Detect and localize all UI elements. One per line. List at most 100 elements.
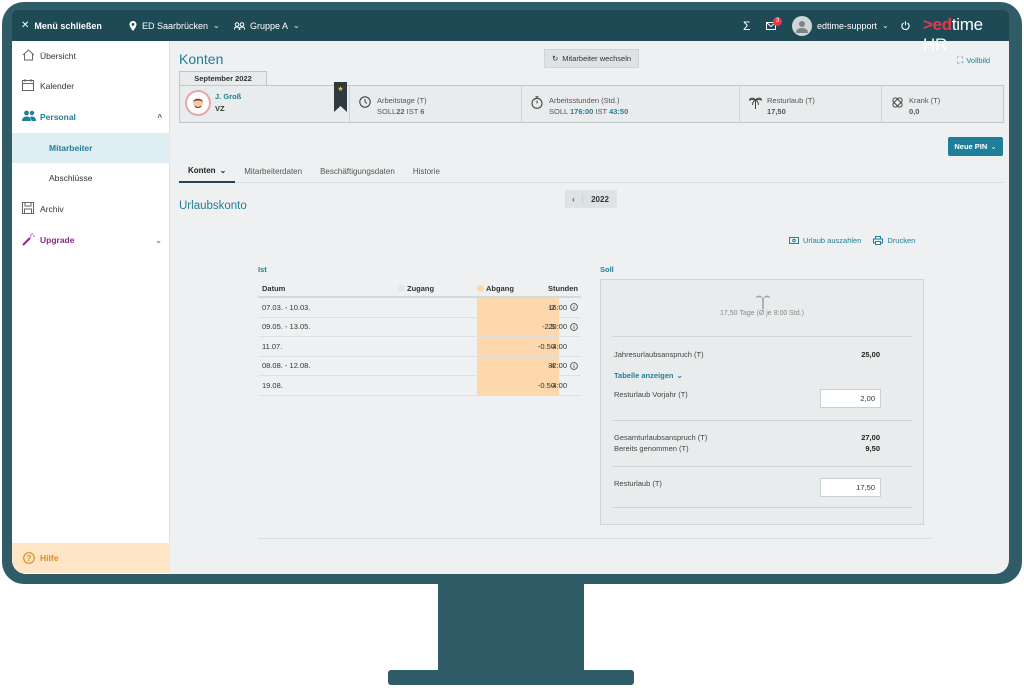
total-entitlement-value: 27,00 [861, 433, 880, 442]
workdays-ist: 6 [420, 107, 425, 116]
sidebar-item-overview[interactable]: Übersicht [12, 41, 170, 71]
chevron-down-icon: ⌄ [882, 21, 889, 30]
info-icon[interactable] [570, 303, 578, 312]
soll-label: SOLL [549, 107, 568, 116]
menu-close-label: Menü schließen [34, 20, 102, 31]
divider [258, 538, 932, 539]
mail-button[interactable]: 3 [766, 10, 783, 41]
refresh-icon: ↻ [551, 54, 559, 63]
tab-employee-data[interactable]: Mitarbeiterdaten [235, 159, 311, 183]
sidebar-item-closings[interactable]: Abschlüsse [12, 163, 170, 193]
taken-value: 9,50 [865, 444, 880, 453]
table-row: 19.08. -0.50 4:00 [258, 376, 581, 396]
year-label: 2022 [591, 194, 609, 204]
divider [612, 466, 912, 467]
row-hours: 16:00 [548, 303, 578, 312]
row-hours-value: 16:00 [548, 302, 567, 312]
table-row: 09.05. - 13.05. -2.5 20:00 [258, 317, 581, 337]
tab-employment-data[interactable]: Beschäftigungsdaten [311, 159, 404, 183]
switch-employee-button[interactable]: ↻ Mitarbeiter wechseln [544, 49, 639, 68]
workdays-label: Arbeitstage (T) [377, 96, 427, 105]
rest-vacation-input[interactable]: 17,50 [820, 478, 881, 497]
soll-label: SOLL [377, 107, 397, 116]
workhours-values: SOLL 176:00 IST 43:50 [549, 107, 628, 116]
logout-button[interactable] [901, 10, 910, 41]
header-abgang: Abgang [477, 284, 514, 293]
user-name: edtime-support [817, 20, 878, 31]
sidebar-item-archive[interactable]: Archiv [12, 194, 170, 224]
close-icon: ✕ [21, 20, 30, 31]
group-selector[interactable]: Gruppe A ⌄ [234, 10, 300, 41]
tab-label: Konten [188, 165, 216, 175]
app-screen: ✕ Menü schließen ED Saarbrücken ⌄ Gruppe… [12, 10, 1009, 574]
soll-section-label: Soll [600, 265, 614, 274]
clock-icon [359, 96, 371, 108]
ist-label: IST [406, 107, 419, 116]
sidebar-item-employees[interactable]: Mitarbeiter [12, 133, 170, 163]
show-table-toggle[interactable]: Tabelle anzeigen ⌄ [614, 371, 683, 380]
group-label: Gruppe A [250, 20, 289, 31]
fullscreen-button[interactable]: ⛶ Vollbild [957, 55, 990, 66]
row-hours: 4:00 [552, 342, 578, 351]
payout-vacation-button[interactable]: Urlaub auszahlen [789, 236, 861, 245]
workdays-cell: Arbeitstage (T) SOLL22 IST 6 [350, 86, 522, 122]
sidebar-item-label: Personal [40, 112, 76, 122]
employee-cell: J. Groß VZ ★ [180, 82, 350, 122]
help-button[interactable]: ? Hilfe [12, 543, 170, 573]
location-selector[interactable]: ED Saarbrücken ⌄ [129, 10, 220, 41]
table-row: 11.07. -0.50 4:00 [258, 337, 581, 357]
tab-label: Mitarbeiterdaten [244, 166, 303, 176]
sidebar-item-upgrade[interactable]: Upgrade ⌄ [12, 225, 170, 255]
chevron-left-icon[interactable]: ‹ [565, 194, 583, 204]
sidebar-item-personal[interactable]: Personal ^ [12, 102, 170, 132]
sum-icon[interactable]: Σ [743, 10, 750, 41]
action-links: Urlaub auszahlen Drucken [789, 236, 915, 245]
fullscreen-label: Vollbild [966, 56, 991, 65]
top-bar: ✕ Menü schließen ED Saarbrücken ⌄ Gruppe… [12, 10, 1009, 54]
new-pin-button[interactable]: Neue PIN ⌄ [948, 137, 1003, 156]
month-label: September 2022 [179, 71, 267, 85]
row-abgang: -0.50 [477, 337, 559, 356]
zugang-dot-icon [398, 285, 405, 292]
header-zugang: Zugang [398, 284, 434, 293]
employee-info-bar: J. Groß VZ ★ Arbeitstage (T) SOLL22 IST … [179, 82, 1004, 123]
sidebar-item-label: Archiv [40, 204, 64, 214]
row-hours-value: 4:00 [552, 380, 567, 390]
row-hours: 20:00 [548, 322, 578, 331]
employee-type: VZ [215, 104, 225, 113]
sidebar-item-label: Kalender [40, 81, 75, 91]
rest-label: Resturlaub (T) [614, 479, 662, 488]
hours-ist: 43:50 [609, 107, 629, 116]
tab-konten[interactable]: Konten ⌄ [179, 159, 236, 183]
soll-panel: 17,50 Tage (Ø je 8:00 Std.) Jahresurlaub… [600, 279, 924, 525]
sigma-symbol: Σ [743, 18, 751, 33]
row-abgang: -2 [477, 298, 559, 317]
print-label: Drucken [887, 236, 916, 245]
header-abgang-label: Abgang [486, 284, 514, 293]
tab-history[interactable]: Historie [404, 159, 449, 183]
employee-avatar [185, 90, 211, 116]
info-icon[interactable] [570, 361, 578, 370]
payout-label: Urlaub auszahlen [803, 236, 862, 245]
user-menu[interactable]: edtime-support ⌄ [792, 10, 889, 41]
annual-entitlement-label: Jahresurlaubsanspruch (T) [614, 350, 704, 359]
prev-year-input[interactable]: 2,00 [820, 389, 881, 408]
employee-name[interactable]: J. Groß [215, 92, 241, 101]
magic-wand-icon [22, 233, 35, 246]
print-button[interactable]: Drucken [873, 236, 915, 245]
menu-close-button[interactable]: ✕ Menü schließen [21, 10, 102, 41]
prev-year-label: Resturlaub Vorjahr (T) [614, 390, 688, 399]
sidebar-item-calendar[interactable]: Kalender [12, 71, 170, 101]
save-icon [22, 202, 34, 214]
svg-text:?: ? [27, 554, 32, 563]
chevron-down-icon: ⌄ [155, 235, 162, 245]
row-date: 11.07. [262, 341, 283, 351]
switch-employee-label: Mitarbeiter wechseln [562, 54, 632, 63]
sidebar-item-label: Upgrade [40, 235, 75, 245]
rest-vacation-cell: Resturlaub (T) 17,50 [740, 86, 882, 122]
info-icon[interactable] [570, 322, 578, 331]
row-abgang: -2.5 [477, 317, 559, 336]
row-date: 07.03. - 10.03. [262, 302, 311, 312]
workhours-label: Arbeitsstunden (Std.) [549, 96, 620, 105]
bookmark-ribbon-icon: ★ [334, 82, 347, 112]
